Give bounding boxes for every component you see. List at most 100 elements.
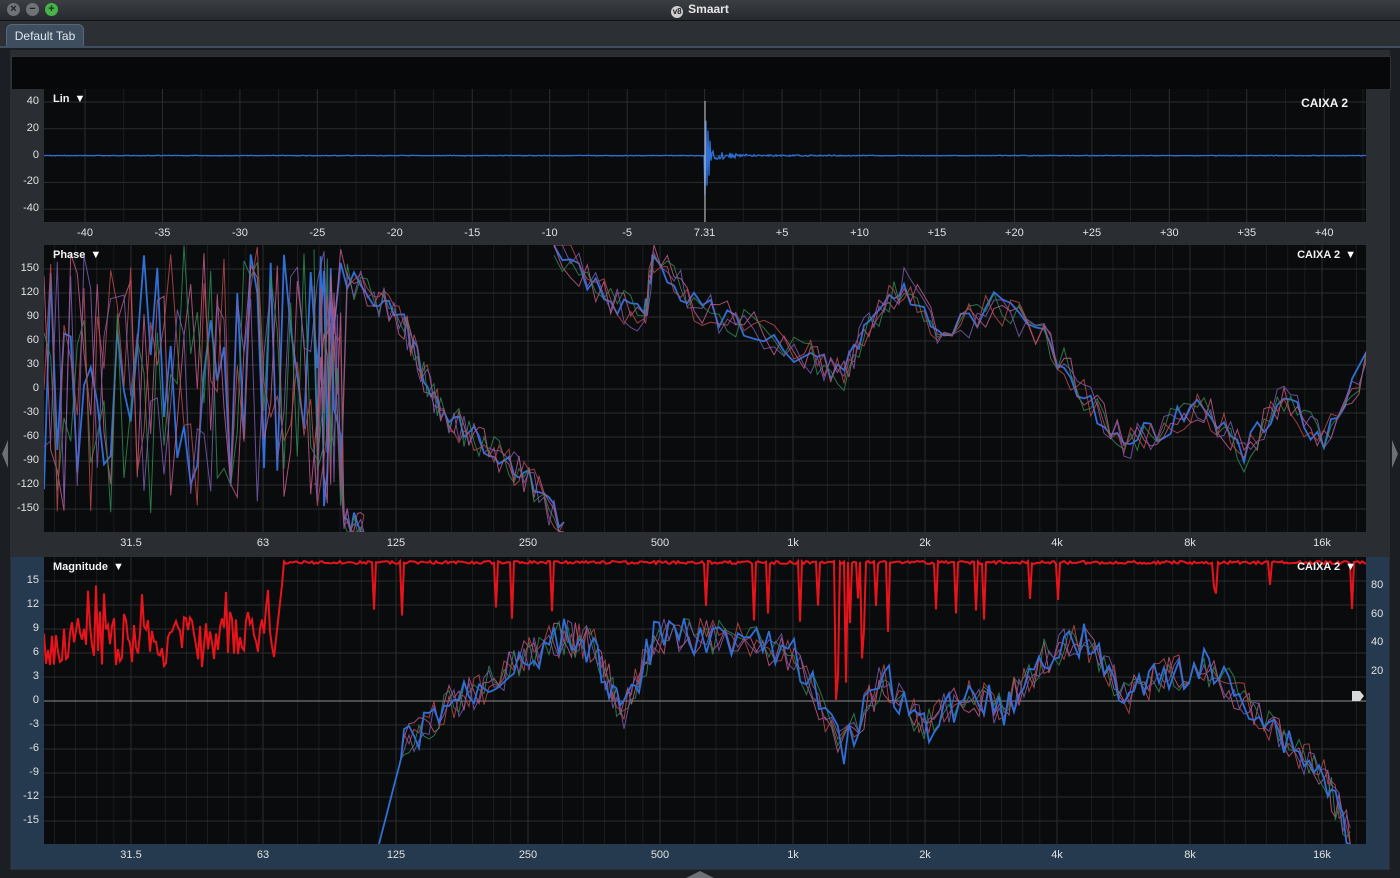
coherence-scale-label: 60 bbox=[1371, 607, 1384, 620]
ir-plot-title[interactable]: Lin ▼ bbox=[53, 93, 85, 105]
magnitude-y-tick-label: 9 bbox=[32, 622, 39, 634]
ir-x-tick-label: +15 bbox=[927, 227, 947, 239]
magnitude-x-tick-label: 8k bbox=[1184, 849, 1196, 861]
dropdown-triangle-icon[interactable]: ▼ bbox=[75, 93, 86, 105]
magnitude-y-tick-label: -15 bbox=[23, 814, 39, 826]
coherence-scale-label: 40 bbox=[1371, 636, 1384, 648]
dropdown-triangle-icon[interactable]: ▼ bbox=[113, 561, 124, 573]
ir-y-tick-label: 0 bbox=[32, 148, 39, 161]
magnitude-x-tick-label: 2k bbox=[919, 849, 931, 861]
ir-x-tick-label: 7.31 bbox=[693, 227, 716, 239]
magnitude-panel: Magnitude ▼ CAIXA 2 ▼ 15 12 9 6 3 0 -3 -6 -9 -12 -15… bbox=[11, 557, 1389, 869]
phase-x-tick-label: 500 bbox=[650, 537, 670, 549]
ir-plot-title-text: Lin bbox=[53, 93, 70, 105]
title-bar: × − + v8 Smaart bbox=[0, 0, 1400, 21]
magnitude-y-tick-label: 15 bbox=[26, 574, 39, 586]
ir-x-tick-label: +25 bbox=[1082, 227, 1102, 239]
ir-x-tick-label: +10 bbox=[850, 227, 869, 239]
ir-x-tick-label: +5 bbox=[775, 227, 789, 239]
phase-x-tick-label: 16k bbox=[1313, 537, 1331, 549]
phase-x-tick-label: 31.5 bbox=[120, 537, 142, 549]
magnitude-y-tick-label: 12 bbox=[26, 598, 39, 610]
phase-trace-label[interactable]: CAIXA 2 ▼ bbox=[1297, 249, 1356, 261]
phase-panel: Phase ▼ CAIXA 2 ▼ 150 120 90 60 30 0 -30 -60 -90 -1… bbox=[11, 245, 1389, 557]
ir-trace-label: CAIXA 2 bbox=[1301, 96, 1348, 110]
ir-x-tick-label: -15 bbox=[464, 227, 481, 239]
phase-x-tick-label: 125 bbox=[386, 537, 406, 549]
ir-y-tick-label: 40 bbox=[26, 95, 39, 107]
plot-toolstrip bbox=[11, 56, 1391, 90]
ir-x-tick-label: -20 bbox=[386, 227, 403, 239]
phase-y-tick-label: -150 bbox=[16, 502, 39, 514]
phase-y-tick-label: -90 bbox=[23, 454, 39, 466]
magnitude-y-tick-label: -3 bbox=[29, 718, 39, 730]
magnitude-y-tick-label: -12 bbox=[23, 790, 39, 802]
phase-x-tick-label: 4k bbox=[1051, 537, 1063, 549]
ir-x-tick-label: +30 bbox=[1159, 227, 1179, 239]
phase-y-tick-label: 60 bbox=[26, 334, 39, 346]
magnitude-y-tick-label: -6 bbox=[29, 742, 39, 754]
phase-plot[interactable]: Phase ▼ CAIXA 2 ▼ bbox=[44, 245, 1366, 532]
magnitude-y-tick-label: 6 bbox=[32, 646, 39, 658]
ir-x-tick-label: -35 bbox=[154, 227, 171, 239]
phase-y-tick-label: -120 bbox=[16, 478, 39, 490]
tab-bar: Default Tab bbox=[0, 21, 1400, 48]
coherence-scale-label: 80 bbox=[1371, 579, 1384, 591]
ir-y-tick-label: -40 bbox=[23, 202, 39, 215]
phase-plot-title[interactable]: Phase ▼ bbox=[53, 249, 101, 261]
dropdown-triangle-icon[interactable]: ▼ bbox=[90, 249, 101, 261]
phase-x-tick-label: 63 bbox=[256, 537, 270, 549]
window-title-text: Smaart bbox=[688, 2, 729, 16]
magnitude-plot-title[interactable]: Magnitude ▼ bbox=[53, 561, 124, 573]
impulse-response-plot[interactable]: Lin ▼ CAIXA 2 bbox=[44, 89, 1366, 222]
magnitude-x-tick-label: 1k bbox=[787, 849, 799, 861]
phase-y-tick-label: 150 bbox=[20, 262, 39, 274]
impulse-response-panel: Lin ▼ CAIXA 2 40 20 0 -20 -40 -40 -35 -30 -25 -20… bbox=[11, 89, 1389, 244]
magnitude-y-tick-label: 3 bbox=[32, 670, 39, 682]
ir-x-tick-label: +35 bbox=[1237, 227, 1257, 239]
coherence-trace bbox=[44, 558, 1366, 700]
ir-y-tick-label: 20 bbox=[26, 121, 39, 134]
phase-x-tick-label: 1k bbox=[787, 537, 799, 549]
ir-x-tick-label: +20 bbox=[1005, 227, 1024, 239]
magnitude-plot-title-text: Magnitude bbox=[53, 561, 108, 573]
magnitude-x-tick-label: 500 bbox=[650, 849, 670, 861]
tab-underline bbox=[0, 46, 1400, 48]
magnitude-trace-label[interactable]: CAIXA 2 ▼ bbox=[1297, 561, 1356, 573]
ir-x-tick-label: -10 bbox=[541, 227, 558, 239]
coherence-scale-marker-icon[interactable] bbox=[1352, 691, 1364, 701]
ir-x-tick-label: -25 bbox=[309, 227, 326, 239]
ir-x-tick-label: -40 bbox=[77, 227, 93, 239]
phase-y-tick-label: 90 bbox=[26, 310, 39, 322]
phase-x-tick-label: 250 bbox=[518, 537, 538, 549]
ir-x-tick-label: +40 bbox=[1314, 227, 1334, 239]
phase-x-tick-label: 2k bbox=[919, 537, 931, 549]
phase-x-tick-label: 8k bbox=[1184, 537, 1196, 549]
phase-plot-title-text: Phase bbox=[53, 249, 86, 261]
tab-default[interactable]: Default Tab bbox=[6, 24, 84, 48]
magnitude-x-tick-label: 63 bbox=[256, 849, 270, 861]
magnitude-x-tick-label: 125 bbox=[386, 849, 406, 861]
phase-y-tick-label: 30 bbox=[26, 358, 39, 370]
ir-x-tick-label: -5 bbox=[622, 227, 633, 239]
bottom-resize-handle-icon[interactable] bbox=[686, 870, 714, 878]
ir-x-tick-label: -30 bbox=[231, 227, 248, 239]
magnitude-y-tick-label: -9 bbox=[29, 766, 39, 778]
phase-y-tick-label: 0 bbox=[32, 382, 39, 394]
magnitude-plot[interactable]: Magnitude ▼ CAIXA 2 ▼ bbox=[44, 557, 1366, 844]
magnitude-x-tick-label: 16k bbox=[1313, 849, 1331, 861]
left-collapse-arrow-icon[interactable] bbox=[2, 440, 8, 468]
right-collapse-arrow-icon[interactable] bbox=[1392, 440, 1398, 468]
magnitude-x-tick-label: 250 bbox=[518, 849, 538, 861]
phase-y-tick-label: -60 bbox=[23, 430, 39, 442]
magnitude-y-tick-label: 0 bbox=[32, 694, 39, 706]
dropdown-triangle-icon[interactable]: ▼ bbox=[1345, 249, 1356, 261]
phase-trace-label-text: CAIXA 2 bbox=[1297, 249, 1341, 261]
window-title: v8 Smaart bbox=[0, 2, 1400, 18]
magnitude-trace-label-text: CAIXA 2 bbox=[1297, 561, 1341, 573]
ir-y-tick-label: -20 bbox=[23, 175, 39, 188]
smaart-logo-icon: v8 bbox=[671, 6, 684, 18]
dropdown-triangle-icon[interactable]: ▼ bbox=[1345, 561, 1356, 573]
coherence-scale-label: 20 bbox=[1371, 664, 1384, 677]
phase-y-tick-label: 120 bbox=[20, 286, 39, 298]
